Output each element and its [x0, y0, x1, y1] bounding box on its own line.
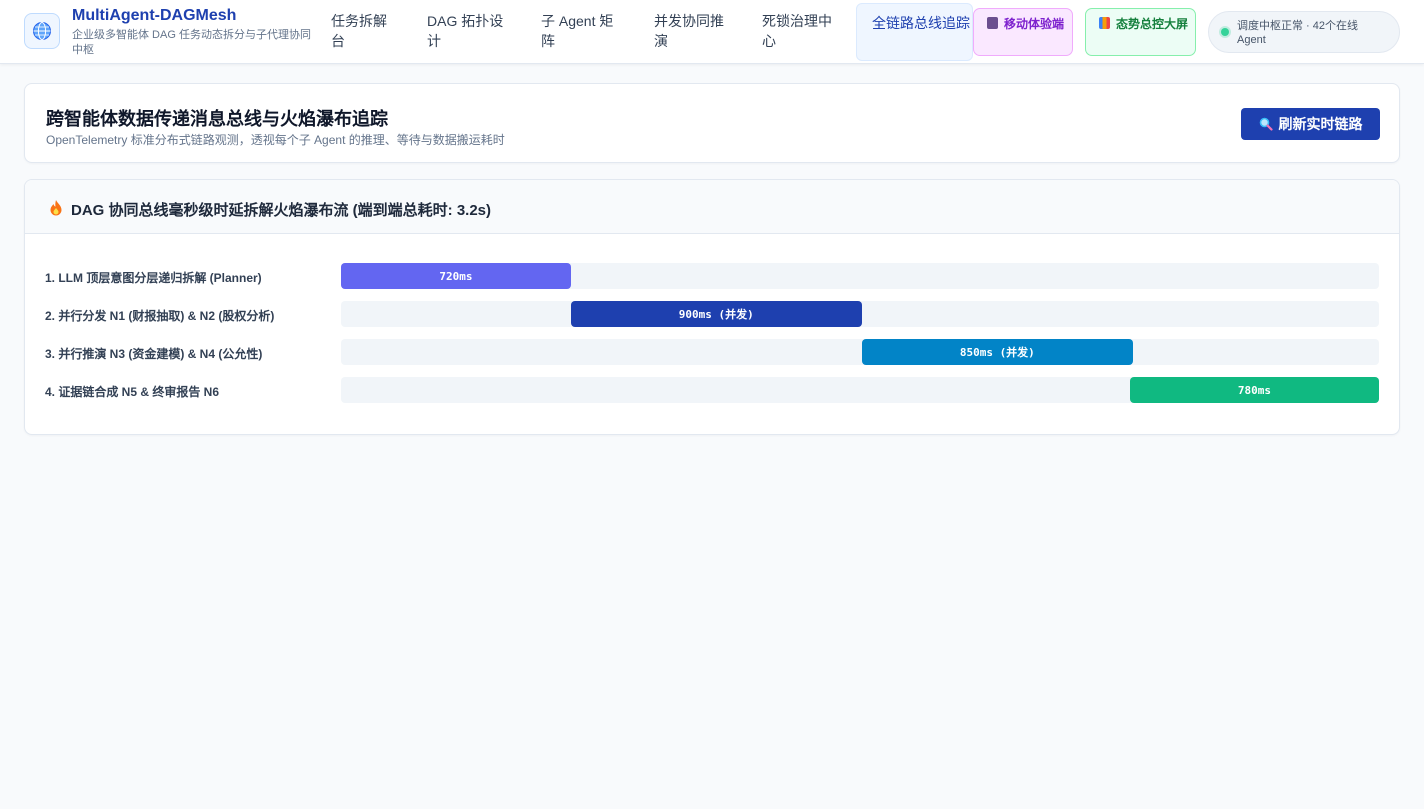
refresh-trace-button[interactable]: 刷新实时链路	[1241, 108, 1380, 140]
flame-card-header: DAG 协同总线毫秒级时延拆解火焰瀑布流 (端到端总耗时: 3.2s)	[25, 180, 1399, 234]
span-bar[interactable]: 780ms	[1129, 377, 1379, 403]
mobile-experience-button[interactable]: 移动体验端	[973, 8, 1073, 56]
flame-chart-title: DAG 协同总线毫秒级时延拆解火焰瀑布流 (端到端总耗时: 3.2s)	[71, 202, 492, 219]
bar-chart-icon	[1099, 17, 1110, 29]
mobile-phone-icon	[987, 17, 998, 29]
dashboard-screen-button[interactable]: 态势总控大屏	[1085, 8, 1196, 56]
page-subtitle: OpenTelemetry 标准分布式链路观测，透视每个子 Agent 的推理、…	[46, 133, 505, 147]
nav-item-dag-topology[interactable]: DAG 拓扑设计	[427, 11, 507, 51]
nav-item-concurrency-sim[interactable]: 并发协同推演	[654, 11, 726, 51]
nav-item-deadlock-center[interactable]: 死锁治理中心	[762, 11, 834, 51]
span-bar[interactable]: 720ms	[341, 263, 571, 289]
top-header: MultiAgent-DAGMesh 企业级多智能体 DAG 任务动态拆分与子代…	[0, 0, 1424, 64]
span-label: 1. LLM 顶层意图分层递归拆解 (Planner)	[45, 271, 262, 285]
span-bar[interactable]: 900ms (并发)	[570, 301, 862, 327]
page-header-card: 跨智能体数据传递消息总线与火焰瀑布追踪 OpenTelemetry 标准分布式链…	[24, 83, 1400, 163]
span-track: 720ms	[341, 263, 1379, 289]
brand-title: MultiAgent-DAGMesh	[72, 7, 237, 24]
status-text: 调度中枢正常 · 42个在线 Agent	[1237, 20, 1359, 46]
span-row: 4. 证据链合成 N5 & 终审报告 N6 780ms	[25, 377, 1399, 403]
span-row: 3. 并行推演 N3 (资金建模) & N4 (公允性) 850ms (并发)	[25, 339, 1399, 365]
span-row: 2. 并行分发 N1 (财报抽取) & N2 (股权分析) 900ms (并发)	[25, 301, 1399, 327]
status-badge: 调度中枢正常 · 42个在线 Agent	[1208, 11, 1400, 53]
span-bar[interactable]: 850ms (并发)	[861, 339, 1134, 365]
status-dot-icon	[1221, 28, 1229, 36]
mobile-experience-label: 移动体验端	[1004, 17, 1065, 31]
brand-subtitle: 企业级多智能体 DAG 任务动态拆分与子代理协同中枢	[72, 29, 311, 56]
fire-icon	[50, 200, 62, 216]
nav-item-agent-matrix[interactable]: 子 Agent 矩阵	[541, 11, 619, 51]
span-label: 4. 证据链合成 N5 & 终审报告 N6	[45, 385, 220, 399]
globe-icon	[33, 22, 51, 40]
span-track: 780ms	[341, 377, 1379, 403]
span-row: 1. LLM 顶层意图分层递归拆解 (Planner) 720ms	[25, 263, 1399, 289]
page-title: 跨智能体数据传递消息总线与火焰瀑布追踪	[46, 109, 388, 129]
span-track: 900ms (并发)	[341, 301, 1379, 327]
refresh-trace-label: 刷新实时链路	[1278, 116, 1363, 132]
magnifier-icon	[1259, 117, 1273, 131]
brand-logo[interactable]	[24, 13, 60, 49]
flame-waterfall-card: DAG 协同总线毫秒级时延拆解火焰瀑布流 (端到端总耗时: 3.2s) 1. L…	[24, 179, 1400, 435]
span-track: 850ms (并发)	[341, 339, 1379, 365]
nav-item-bus-tracing[interactable]: 全链路总线追踪	[856, 3, 973, 61]
span-label: 3. 并行推演 N3 (资金建模) & N4 (公允性)	[45, 347, 263, 361]
dashboard-screen-label: 态势总控大屏	[1116, 17, 1189, 31]
span-label: 2. 并行分发 N1 (财报抽取) & N2 (股权分析)	[45, 309, 275, 323]
nav-item-task-decompose[interactable]: 任务拆解台	[331, 11, 397, 51]
